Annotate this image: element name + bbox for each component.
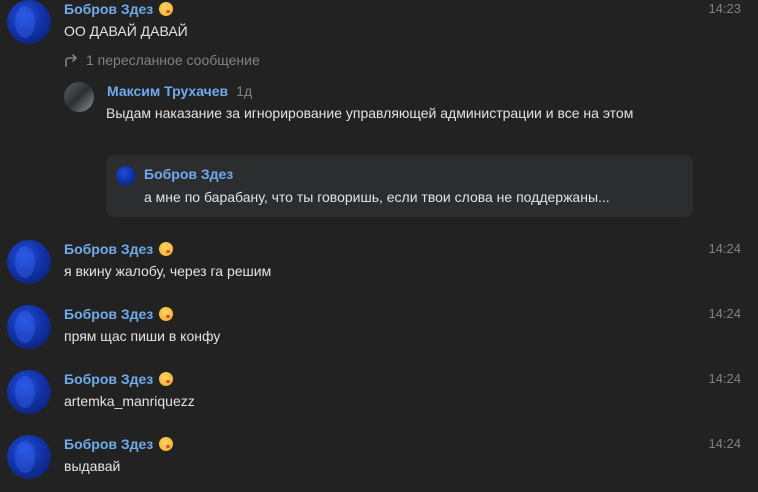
forwarded-author-avatar[interactable] bbox=[64, 82, 94, 112]
face-blowing-kiss-icon bbox=[159, 307, 174, 321]
reply-author: Бобров Здез bbox=[144, 166, 234, 182]
message-text: выдавай bbox=[64, 458, 121, 474]
message-time: 14:24 bbox=[708, 306, 741, 321]
avatar[interactable] bbox=[7, 0, 51, 44]
reply-avatar bbox=[116, 166, 136, 186]
face-blowing-kiss-icon bbox=[159, 372, 174, 386]
forwarded-label[interactable]: 1 пересланное сообщение bbox=[64, 52, 260, 68]
avatar[interactable] bbox=[7, 370, 51, 414]
reply-quote[interactable]: Бобров Здез а мне по барабану, что ты го… bbox=[106, 155, 693, 217]
reply-text: а мне по барабану, что ты говоришь, если… bbox=[144, 189, 610, 205]
message-text: ОО ДАВАЙ ДАВАЙ bbox=[64, 23, 188, 39]
message-item: Бобров Здез 14:24 прям щас пиши в конфу bbox=[0, 305, 758, 355]
message-text: я вкину жалобу, через га решим bbox=[64, 263, 272, 279]
message-text: artemka_manriquezz bbox=[64, 393, 195, 409]
message-item: Бобров Здез 14:23 ОО ДАВАЙ ДАВАЙ 1 перес… bbox=[0, 0, 758, 230]
message-author[interactable]: Бобров Здез bbox=[64, 436, 174, 452]
message-item: Бобров Здез 14:24 artemka_manriquezz bbox=[0, 370, 758, 420]
message-author[interactable]: Бобров Здез bbox=[64, 241, 174, 257]
message-time: 14:24 bbox=[708, 241, 741, 256]
author-name[interactable]: Бобров Здез bbox=[64, 371, 153, 387]
message-author[interactable]: Бобров Здез bbox=[64, 371, 174, 387]
avatar[interactable] bbox=[7, 240, 51, 284]
message-author[interactable]: Бобров Здез bbox=[64, 1, 174, 17]
author-name[interactable]: Бобров Здез bbox=[64, 1, 153, 17]
avatar[interactable] bbox=[7, 305, 51, 349]
face-blowing-kiss-icon bbox=[159, 437, 174, 451]
forward-arrow-icon bbox=[65, 54, 77, 67]
forwarded-author-name[interactable]: Максим Трухачев bbox=[107, 83, 228, 99]
forwarded-label-text: 1 пересланное сообщение bbox=[86, 52, 260, 68]
forwarded-time: 1д bbox=[236, 83, 253, 99]
message-time: 14:24 bbox=[708, 436, 741, 451]
message-time: 14:23 bbox=[708, 1, 741, 16]
message-time: 14:24 bbox=[708, 371, 741, 386]
message-text: прям щас пиши в конфу bbox=[64, 328, 221, 344]
face-blowing-kiss-icon bbox=[159, 2, 174, 16]
face-blowing-kiss-icon bbox=[159, 242, 174, 256]
forwarded-author[interactable]: Максим Трухачев 1д bbox=[107, 83, 252, 99]
author-name[interactable]: Бобров Здез bbox=[64, 241, 153, 257]
author-name[interactable]: Бобров Здез bbox=[64, 436, 153, 452]
avatar[interactable] bbox=[7, 435, 51, 479]
chat-history: Бобров Здез 14:23 ОО ДАВАЙ ДАВАЙ 1 перес… bbox=[0, 0, 758, 492]
message-item: Бобров Здез 14:24 выдавай bbox=[0, 435, 758, 485]
author-name[interactable]: Бобров Здез bbox=[64, 306, 153, 322]
message-author[interactable]: Бобров Здез bbox=[64, 306, 174, 322]
forwarded-text: Выдам наказание за игнорирование управля… bbox=[106, 105, 634, 121]
message-item: Бобров Здез 14:24 я вкину жалобу, через … bbox=[0, 240, 758, 290]
